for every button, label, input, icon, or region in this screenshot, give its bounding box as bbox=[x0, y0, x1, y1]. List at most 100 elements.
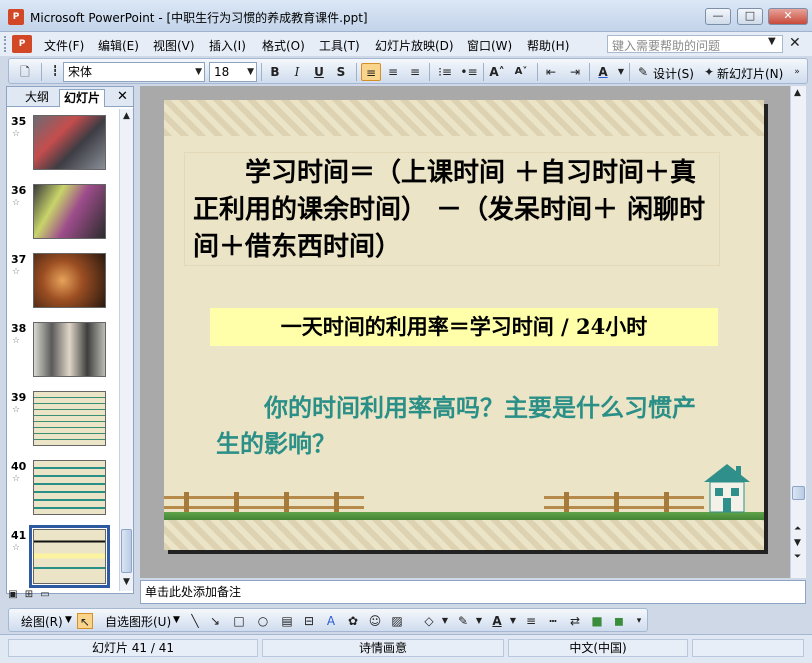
scroll-down-icon[interactable]: ▼ bbox=[794, 538, 801, 548]
chevron-down-icon[interactable]: ▼ bbox=[247, 63, 254, 81]
maximize-button[interactable]: □ bbox=[737, 8, 763, 25]
chevron-down-icon[interactable]: ▼ bbox=[611, 63, 631, 81]
line-style-icon[interactable]: ≡ bbox=[523, 613, 539, 629]
chevron-down-icon[interactable]: ▼ bbox=[65, 615, 72, 625]
vertical-textbox-icon[interactable]: ⊟ bbox=[301, 613, 317, 629]
scrollbar-thumb[interactable] bbox=[121, 529, 132, 573]
decrease-font-icon[interactable]: A˅ bbox=[511, 63, 531, 81]
pane-scrollbar[interactable]: ▲ ▼ bbox=[119, 109, 133, 591]
new-document-icon[interactable]: 🗋 bbox=[15, 63, 35, 81]
italic-button[interactable]: I bbox=[287, 63, 307, 81]
menu-file[interactable]: 文件(F) bbox=[44, 37, 84, 54]
toolbar-options-icon[interactable]: ▾ bbox=[631, 613, 647, 629]
chevron-down-icon[interactable]: ▼ bbox=[471, 613, 487, 629]
align-center-icon[interactable]: ≡ bbox=[383, 63, 403, 81]
notes-pane[interactable]: 单击此处添加备注 bbox=[140, 580, 806, 604]
menu-insert[interactable]: 插入(I) bbox=[209, 37, 246, 54]
slide-thumbnail[interactable]: 39 ☆ bbox=[7, 391, 119, 453]
font-color-icon[interactable]: A bbox=[593, 63, 613, 81]
clipart-icon[interactable]: ☺ bbox=[367, 613, 383, 629]
slide-text-question[interactable]: 你的时间利用率高吗？主要是什么习惯产生的影响？ bbox=[216, 390, 716, 462]
previous-slide-icon[interactable]: ⏶ bbox=[794, 524, 801, 534]
select-pointer-icon[interactable]: ↖ bbox=[77, 613, 93, 629]
arrow-tool-icon[interactable]: ↘ bbox=[207, 613, 223, 629]
increase-indent-icon[interactable]: ⇥ bbox=[565, 63, 585, 81]
menu-slideshow[interactable]: 幻灯片放映(D) bbox=[375, 37, 454, 54]
textbox-tool-icon[interactable]: ▤ bbox=[279, 613, 295, 629]
slide-sorter-icon[interactable]: ⊞ bbox=[22, 588, 36, 602]
draw-menu-button[interactable]: 绘图(R) bbox=[21, 613, 63, 630]
menu-edit[interactable]: 编辑(E) bbox=[98, 37, 139, 54]
3d-style-icon[interactable]: ◼ bbox=[611, 613, 627, 629]
next-slide-icon[interactable]: ⏷ bbox=[794, 552, 801, 562]
diagram-icon[interactable]: ✿ bbox=[345, 613, 361, 629]
close-button[interactable]: ✕ bbox=[768, 8, 808, 25]
wordart-icon[interactable]: A bbox=[323, 613, 339, 629]
new-slide-icon[interactable]: ✦ bbox=[699, 63, 719, 81]
font-name-combo[interactable]: 宋体 ▼ bbox=[63, 62, 205, 82]
slide-thumbnail[interactable]: 36 ☆ bbox=[7, 184, 119, 246]
menu-view[interactable]: 视图(V) bbox=[153, 37, 195, 54]
toolbar-grip[interactable] bbox=[4, 36, 8, 52]
design-icon[interactable]: ✎ bbox=[633, 63, 653, 81]
line-tool-icon[interactable]: ╲ bbox=[187, 613, 203, 629]
slide-text-formula[interactable]: 学习时间＝（上课时间 ＋自习时间＋真正利用的课余时间） －（发呆时间＋ 闲聊时间… bbox=[184, 152, 720, 266]
menu-help[interactable]: 帮助(H) bbox=[527, 37, 569, 54]
current-slide[interactable]: 学习时间＝（上课时间 ＋自习时间＋真正利用的课余时间） －（发呆时间＋ 闲聊时间… bbox=[164, 100, 764, 550]
slide-thumbnail-selected[interactable]: 41 ☆ bbox=[7, 525, 119, 591]
pane-close-button[interactable]: ✕ bbox=[117, 89, 128, 104]
menu-format[interactable]: 格式(O) bbox=[262, 37, 305, 54]
normal-view-icon[interactable]: ▣ bbox=[6, 588, 20, 602]
design-button[interactable]: 设计(S) bbox=[653, 65, 694, 82]
slideshow-icon[interactable]: ▭ bbox=[38, 588, 52, 602]
decrease-indent-icon[interactable]: ⇤ bbox=[541, 63, 561, 81]
slide-scrollbar[interactable]: ▲ ⏶ ▼ ⏷ bbox=[790, 86, 806, 578]
scroll-down-icon[interactable]: ▼ bbox=[123, 577, 130, 587]
menu-window[interactable]: 窗口(W) bbox=[467, 37, 512, 54]
powerpoint-app-icon[interactable]: P bbox=[8, 9, 24, 25]
increase-font-icon[interactable]: A˄ bbox=[487, 63, 507, 81]
scroll-up-icon[interactable]: ▲ bbox=[794, 88, 801, 98]
toolbar-options-icon[interactable]: » bbox=[787, 63, 807, 81]
slide-thumbnail[interactable]: 40 ☆ bbox=[7, 460, 119, 522]
new-slide-button[interactable]: 新幻灯片(N) bbox=[717, 65, 783, 82]
font-color-icon[interactable]: A bbox=[489, 613, 505, 629]
slide-thumbnail[interactable]: 35 ☆ bbox=[7, 115, 119, 177]
dash-style-icon[interactable]: ┅ bbox=[545, 613, 561, 629]
help-search-input[interactable]: 键入需要帮助的问题 bbox=[607, 35, 783, 53]
oval-tool-icon[interactable]: ○ bbox=[255, 613, 271, 629]
chevron-down-icon[interactable]: ▼ bbox=[437, 613, 453, 629]
font-style-icon[interactable]: ┇ bbox=[45, 63, 65, 81]
autoshapes-button[interactable]: 自选图形(U) bbox=[105, 613, 171, 630]
scroll-up-icon[interactable]: ▲ bbox=[123, 111, 130, 121]
align-left-icon[interactable]: ≡ bbox=[361, 63, 381, 81]
chevron-down-icon[interactable]: ▼ bbox=[505, 613, 521, 629]
shadow-button[interactable]: S bbox=[331, 63, 351, 81]
rectangle-tool-icon[interactable]: □ bbox=[231, 613, 247, 629]
slide-text-rate[interactable]: 一天时间的利用率＝学习时间 / 24小时 bbox=[210, 308, 718, 346]
menu-tools[interactable]: 工具(T) bbox=[319, 37, 360, 54]
picture-icon[interactable]: ▨ bbox=[389, 613, 405, 629]
numbered-list-icon[interactable]: ⁝≡ bbox=[435, 63, 455, 81]
arrow-style-icon[interactable]: ⇄ bbox=[567, 613, 583, 629]
bold-button[interactable]: B bbox=[265, 63, 285, 81]
slide-preview-image bbox=[33, 253, 106, 308]
shadow-style-icon[interactable]: ■ bbox=[589, 613, 605, 629]
bullet-list-icon[interactable]: •≡ bbox=[459, 63, 479, 81]
line-color-icon[interactable]: ✎ bbox=[455, 613, 471, 629]
tab-slides[interactable]: 幻灯片 bbox=[59, 89, 106, 107]
chevron-down-icon[interactable]: ▼ bbox=[173, 615, 180, 625]
font-size-combo[interactable]: 18 ▼ bbox=[209, 62, 257, 82]
scrollbar-thumb[interactable] bbox=[792, 486, 805, 500]
chevron-down-icon[interactable]: ▼ bbox=[195, 63, 202, 81]
slide-thumbnail[interactable]: 37 ☆ bbox=[7, 253, 119, 315]
help-dropdown-icon[interactable]: ▼ bbox=[768, 36, 776, 47]
minimize-button[interactable]: — bbox=[705, 8, 731, 25]
tab-outline[interactable]: 大纲 bbox=[21, 89, 53, 107]
slide-thumbnail[interactable]: 38 ☆ bbox=[7, 322, 119, 384]
document-icon[interactable]: P bbox=[12, 35, 32, 53]
fill-color-icon[interactable]: ◇ bbox=[421, 613, 437, 629]
underline-button[interactable]: U bbox=[309, 63, 329, 81]
document-close-button[interactable]: ✕ bbox=[789, 35, 801, 51]
align-right-icon[interactable]: ≡ bbox=[405, 63, 425, 81]
